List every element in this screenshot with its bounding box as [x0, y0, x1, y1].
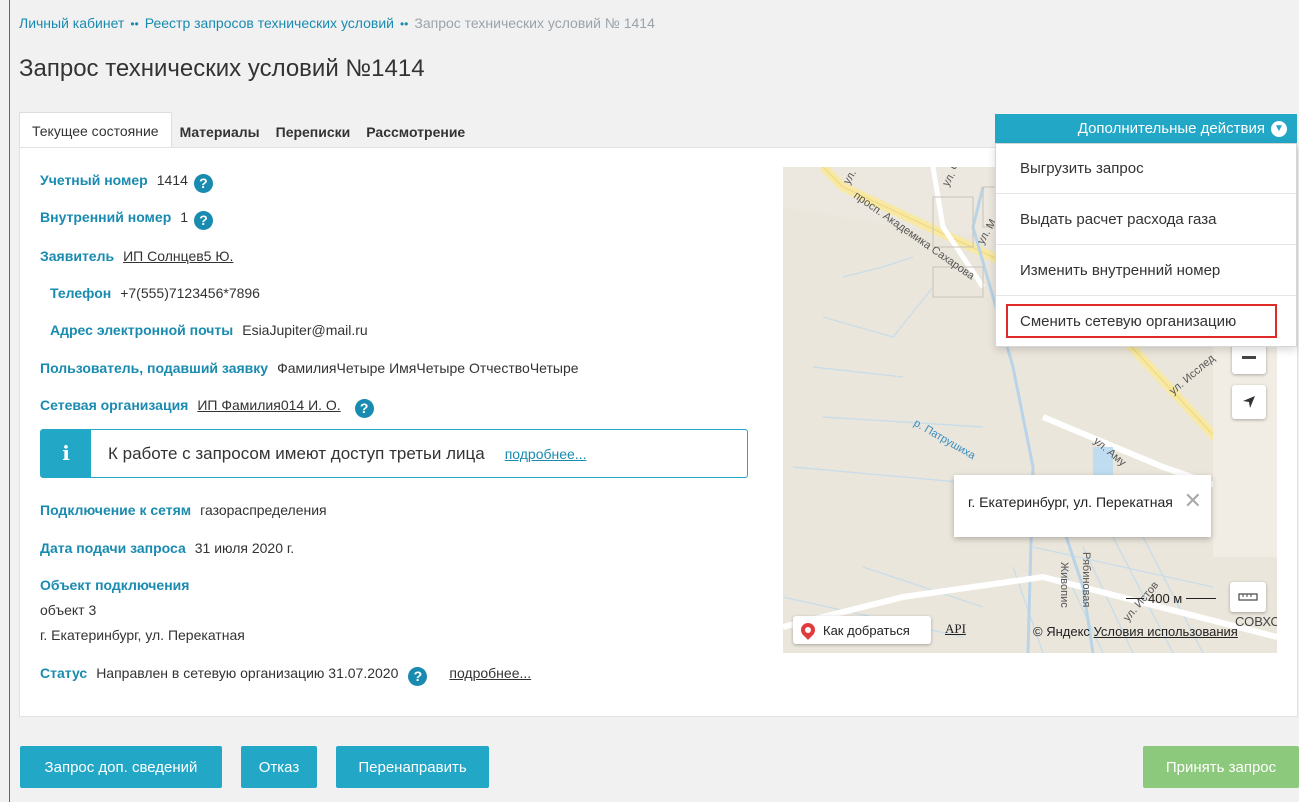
field-label: Объект подключения — [40, 577, 190, 593]
tab-correspondence[interactable]: Переписки — [268, 114, 359, 148]
object-address: г. Екатеринбург, ул. Перекатная — [40, 627, 245, 643]
field-phone: Телефон +7(555)7123456*7896 — [50, 285, 260, 301]
field-connection: Подключение к сетям газораспределения — [40, 502, 327, 518]
geolocation-button[interactable] — [1232, 385, 1266, 419]
tabs: Текущее состояние Материалы Переписки Ра… — [19, 112, 473, 148]
help-icon[interactable]: ? — [408, 667, 428, 686]
field-submitter: Пользователь, подавший заявку ФамилияЧеты… — [40, 360, 579, 376]
map-copyright: © Яндекс Условия использования — [1033, 624, 1238, 639]
minus-icon — [1242, 355, 1256, 359]
field-value: EsiaJupiter@mail.ru — [242, 322, 368, 338]
field-label: Заявитель — [40, 248, 115, 264]
ruler-icon — [1238, 593, 1258, 601]
field-label: Сетевая организация — [40, 397, 189, 413]
field-label: Статус — [40, 665, 88, 681]
redirect-button[interactable]: Перенаправить — [336, 746, 489, 788]
status-more-link[interactable]: подробнее... — [449, 665, 531, 681]
field-email: Адрес электронной почты EsiaJupiter@mail.… — [50, 322, 368, 338]
tab-current-state[interactable]: Текущее состояние — [19, 112, 172, 148]
breadcrumb-separator: •• — [399, 17, 409, 31]
scale-value: 400 м — [1148, 591, 1183, 606]
field-applicant: Заявитель ИП Солнцев5 Ю. — [40, 248, 233, 264]
notice-text-row: К работе с запросом имеют доступ третьи … — [108, 444, 586, 464]
map-pin-icon — [798, 620, 818, 640]
page-title: Запрос технических условий №1414 — [19, 55, 425, 82]
chevron-down-icon: ▼ — [1271, 120, 1287, 137]
map-street-label: Живопис — [1058, 562, 1070, 608]
field-label: Дата подачи запроса — [40, 540, 186, 556]
breadcrumb-link-cabinet[interactable]: Личный кабинет — [19, 15, 124, 31]
field-value: Направлен в сетевую организацию 31.07.20… — [96, 665, 399, 681]
help-icon[interactable]: ? — [354, 399, 374, 418]
route-label: Как добраться — [823, 622, 910, 638]
help-icon[interactable]: ? — [193, 174, 213, 193]
field-label: Адрес электронной почты — [50, 322, 234, 338]
additional-actions-button[interactable]: Дополнительные действия ▼ — [995, 114, 1297, 143]
field-label: Подключение к сетям — [40, 502, 192, 518]
help-icon[interactable]: ? — [194, 211, 214, 230]
map-balloon: г. Екатеринбург, ул. Перекатная ✕ — [954, 475, 1211, 537]
field-account-number: Учетный номер 1414? — [40, 172, 213, 193]
map-corner-label: СОВХО — [1235, 614, 1277, 629]
map-street-label: Рябиновая — [1080, 552, 1092, 607]
breadcrumb-link-registry[interactable]: Реестр запросов технических условий — [145, 15, 394, 31]
notice-text: К работе с запросом имеют доступ третьи … — [108, 444, 485, 463]
field-internal-number: Внутренний номер 1? — [40, 209, 214, 230]
tab-review[interactable]: Рассмотрение — [358, 114, 473, 148]
field-value: +7(555)7123456*7896 — [120, 285, 260, 301]
navigation-arrow-icon — [1243, 396, 1255, 408]
field-network-org: Сетевая организация ИП Фамилия014 И. О.? — [40, 397, 374, 418]
scale-bar-icon — [1126, 598, 1144, 599]
route-button[interactable]: Как добраться — [793, 616, 931, 644]
breadcrumb: Личный кабинет •• Реестр запросов техничес… — [19, 15, 655, 31]
field-value: ФамилияЧетыре ИмяЧетыре ОтчествоЧетыре — [277, 360, 579, 376]
map-scale: 400 м — [1126, 591, 1217, 606]
info-icon: i — [41, 430, 91, 477]
breadcrumb-separator: •• — [130, 17, 139, 31]
menu-item-change-network-organization[interactable]: Сменить сетевую организацию — [1006, 304, 1277, 338]
network-org-link[interactable]: ИП Фамилия014 И. О. — [197, 397, 340, 413]
applicant-link[interactable]: ИП Солнцев5 Ю. — [123, 248, 233, 264]
field-label: Пользователь, подавший заявку — [40, 360, 269, 376]
field-label: Внутренний номер — [40, 209, 172, 225]
menu-item-export-request[interactable]: Выгрузить запрос — [996, 144, 1296, 194]
field-status: Статус Направлен в сетевую организацию 31… — [40, 665, 531, 686]
balloon-address: г. Екатеринбург, ул. Перекатная — [968, 494, 1173, 510]
page: Личный кабинет •• Реестр запросов техничес… — [0, 0, 1299, 802]
breadcrumb-current: Запрос технических условий № 1414 — [414, 15, 655, 31]
field-label: Учетный номер — [40, 172, 148, 188]
menu-item-issue-gas-calculation[interactable]: Выдать расчет расхода газа — [996, 195, 1296, 245]
field-value: 1 — [180, 209, 189, 225]
api-link[interactable]: API — [945, 621, 966, 637]
field-value: газораспределения — [200, 502, 327, 518]
terms-link[interactable]: Условия использования — [1094, 624, 1238, 639]
actions-dropdown-menu: Выгрузить запрос Выдать расчет расхода г… — [995, 143, 1297, 347]
close-icon[interactable]: ✕ — [1184, 490, 1202, 512]
object-name: объект 3 — [40, 602, 97, 618]
reject-button[interactable]: Отказ — [241, 746, 317, 788]
field-value: 1414 — [156, 172, 188, 188]
copyright-text: © Яндекс — [1033, 624, 1090, 639]
page-border — [9, 0, 10, 802]
scale-bar-icon — [1186, 598, 1217, 599]
notice-more-link[interactable]: подробнее... — [505, 446, 587, 462]
additional-actions-label: Дополнительные действия — [1077, 120, 1265, 137]
ruler-button[interactable] — [1230, 582, 1266, 612]
third-party-notice: i К работе с запросом имеют доступ треть… — [40, 429, 748, 478]
field-label: Телефон — [50, 285, 112, 301]
menu-item-change-internal-number[interactable]: Изменить внутренний номер — [996, 246, 1296, 296]
field-date: Дата подачи запроса 31 июля 2020 г. — [40, 540, 294, 556]
tab-materials[interactable]: Материалы — [172, 114, 268, 148]
request-info-button[interactable]: Запрос доп. сведений — [20, 746, 222, 788]
field-object: Объект подключения — [40, 577, 198, 593]
accept-request-button[interactable]: Принять запрос — [1143, 746, 1299, 788]
field-value: 31 июля 2020 г. — [194, 540, 295, 556]
